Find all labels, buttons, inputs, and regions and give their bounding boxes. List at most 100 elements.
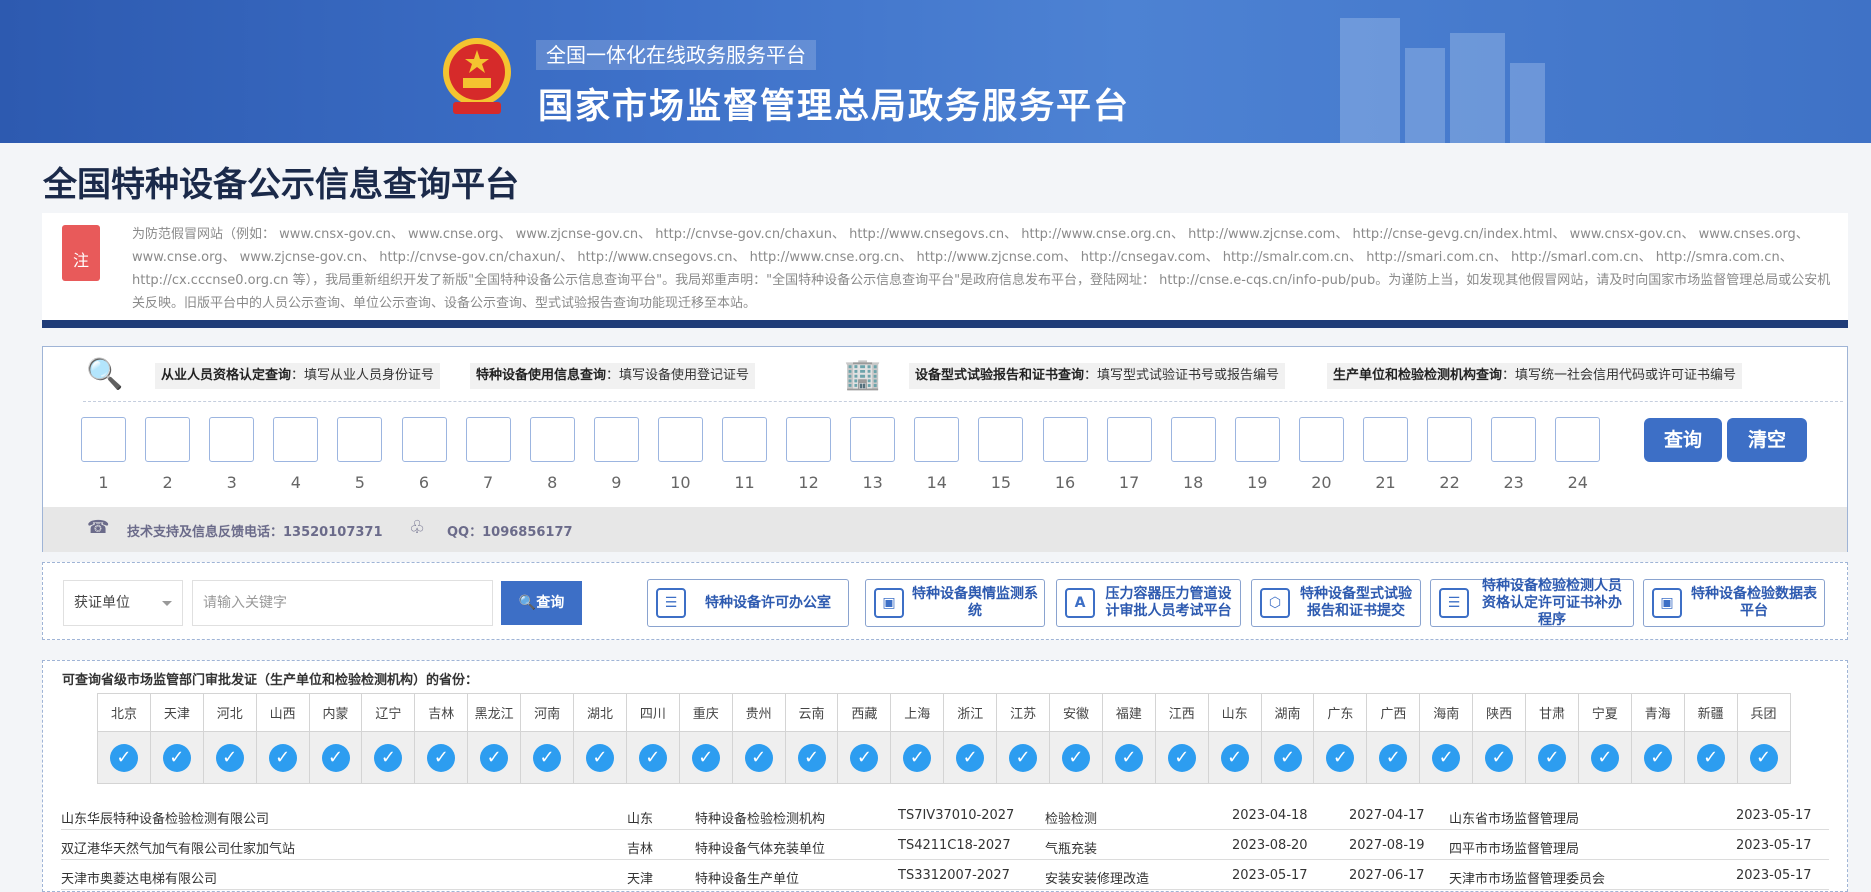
compass-icon: A bbox=[1065, 588, 1095, 618]
province-name: 山东 bbox=[1207, 693, 1262, 732]
list-icon: ☰ bbox=[656, 588, 686, 618]
check-circle-icon: ✓ bbox=[109, 743, 138, 772]
code-cell[interactable] bbox=[337, 417, 383, 462]
check-circle-icon: ✓ bbox=[1749, 743, 1778, 772]
support-phone: 技术支持及信息反馈电话：13520107371 bbox=[127, 525, 383, 540]
link-label: 压力容器压力管道设计审批人员考试平台 bbox=[1105, 586, 1232, 619]
province-name: 江西 bbox=[1154, 693, 1209, 732]
check-circle-icon: ✓ bbox=[744, 743, 773, 772]
code-cell[interactable] bbox=[657, 417, 703, 462]
province-check-cell: ✓ bbox=[1525, 731, 1579, 784]
code-cell-number: 8 bbox=[547, 473, 558, 492]
code-cell[interactable] bbox=[529, 417, 575, 462]
record-company-name[interactable]: 双辽港华天然气加气有限公司仕家加气站 bbox=[61, 838, 295, 857]
record-row[interactable]: 双辽港华天然气加气有限公司仕家加气站 吉林 特种设备气体充装单位 TS4211C18-… bbox=[61, 830, 1829, 860]
code-cell-number: 3 bbox=[226, 473, 237, 492]
code-cell[interactable] bbox=[593, 417, 639, 462]
tools-panel: 获证单位 请输入关键字 🔍查询 ☰ 特种设备许可办公室 ▣ 特种设备舆情监测系统 A… bbox=[42, 562, 1848, 640]
code-cell[interactable] bbox=[1106, 417, 1152, 462]
check-circle-icon: ✓ bbox=[480, 743, 509, 772]
code-cell[interactable] bbox=[81, 417, 126, 462]
code-cell[interactable] bbox=[401, 417, 447, 462]
province-name: 江苏 bbox=[996, 693, 1051, 732]
link-label: 特种设备检验检测人员资格认定许可证书补办程序 bbox=[1482, 577, 1622, 628]
phone-icon: ☎ bbox=[87, 517, 110, 538]
link-license-office[interactable]: ☰ 特种设备许可办公室 bbox=[647, 579, 849, 627]
qq-icon: ♧ bbox=[409, 517, 426, 538]
code-cell[interactable] bbox=[786, 417, 832, 462]
check-circle-icon: ✓ bbox=[321, 743, 350, 772]
record-scope: 气瓶充装 bbox=[1045, 842, 1098, 857]
code-cell[interactable] bbox=[145, 417, 191, 462]
code-cell[interactable] bbox=[722, 417, 767, 462]
code-cell[interactable] bbox=[1491, 417, 1537, 462]
code-cell[interactable] bbox=[273, 417, 319, 462]
link-public-opinion[interactable]: ▣ 特种设备舆情监测系统 bbox=[865, 579, 1045, 627]
code-cell[interactable] bbox=[1234, 417, 1280, 462]
hint-type-test: 设备型式试验报告和证书查询：填写型式试验证书号或报告编号 bbox=[909, 363, 1286, 389]
link-inspection-data[interactable]: ▣ 特种设备检验数据表平台 bbox=[1643, 579, 1825, 627]
record-row[interactable]: 天津市奥菱达电梯有限公司 天津 特种设备生产单位 TS3312007-2027 安装安装… bbox=[61, 860, 1829, 890]
clear-button[interactable]: 清空 bbox=[1727, 418, 1807, 462]
code-cell[interactable] bbox=[1363, 417, 1408, 462]
page-title: 全国特种设备公示信息查询平台 bbox=[43, 165, 519, 205]
check-circle-icon: ✓ bbox=[585, 743, 614, 772]
code-cell-number: 24 bbox=[1567, 473, 1588, 492]
code-cell[interactable] bbox=[465, 417, 511, 462]
query-button[interactable]: 查询 bbox=[1644, 418, 1722, 462]
code-cell[interactable] bbox=[1170, 417, 1216, 462]
record-publish-date: 2023-05-17 bbox=[1736, 808, 1812, 823]
code-cell[interactable] bbox=[209, 417, 255, 462]
record-scope: 安装安装修理改造 bbox=[1045, 872, 1150, 887]
hint-equipment: 特种设备使用信息查询：填写设备使用登记证号 bbox=[470, 363, 756, 389]
link-type-test-submit[interactable]: ⬡ 特种设备型式试验报告和证书提交 bbox=[1251, 579, 1421, 627]
code-cell-number: 17 bbox=[1118, 473, 1140, 492]
code-cell[interactable] bbox=[1298, 417, 1344, 462]
record-company-name[interactable]: 山东华辰特种设备检验检测有限公司 bbox=[61, 808, 269, 827]
certificate-type-select[interactable]: 获证单位 bbox=[63, 580, 183, 626]
province-name: 云南 bbox=[784, 693, 839, 732]
provinces-panel: 可查询省级市场监管部门审批发证（生产单位和检验检测机构）的省份： 北京 天津 河北山… bbox=[42, 660, 1848, 892]
province-name: 陕西 bbox=[1472, 693, 1527, 732]
code-cell[interactable] bbox=[978, 417, 1024, 462]
check-circle-icon: ✓ bbox=[427, 743, 456, 772]
divider bbox=[83, 401, 1843, 402]
hint-title: 设备型式试验报告和证书查询 bbox=[915, 368, 1085, 383]
national-emblem-icon bbox=[443, 38, 511, 114]
record-province: 天津 bbox=[627, 872, 654, 887]
province-name: 湖北 bbox=[573, 693, 627, 732]
building-decoration bbox=[1450, 33, 1505, 143]
keyword-search-button[interactable]: 🔍查询 bbox=[501, 581, 582, 625]
link-certificate-reissue[interactable]: ☰ 特种设备检验检测人员资格认定许可证书补办程序 bbox=[1430, 577, 1634, 628]
hint-title: 从业人员资格认定查询 bbox=[161, 368, 292, 383]
province-check-cell: ✓ bbox=[1577, 731, 1632, 784]
hint-desc: ：填写设备使用登记证号 bbox=[606, 368, 750, 383]
code-cell[interactable] bbox=[1042, 417, 1088, 462]
record-type: 特种设备气体充装单位 bbox=[695, 842, 826, 857]
record-province: 吉林 bbox=[627, 842, 654, 857]
province-name: 西藏 bbox=[837, 693, 892, 732]
check-circle-icon: ✓ bbox=[1696, 743, 1725, 772]
record-row[interactable]: 山东华辰特种设备检验检测有限公司 山东 特种设备检验检测机构 TS7IV37010-2… bbox=[61, 800, 1829, 830]
hint-desc: ：填写型式试验证书号或报告编号 bbox=[1084, 368, 1280, 383]
record-issue-date: 2023-05-17 bbox=[1232, 868, 1308, 883]
province-name: 北京 bbox=[97, 693, 151, 732]
province-name: 福建 bbox=[1101, 693, 1156, 732]
check-circle-icon: ✓ bbox=[1061, 743, 1090, 772]
record-company-name[interactable]: 天津市奥菱达电梯有限公司 bbox=[61, 868, 217, 887]
building-icon: 🏢 bbox=[844, 357, 882, 392]
province-check-cell: ✓ bbox=[149, 731, 204, 784]
code-cell-number: 1 bbox=[98, 473, 109, 492]
province-name: 贵州 bbox=[731, 693, 786, 732]
record-publish-date: 2023-05-17 bbox=[1736, 838, 1812, 853]
province-check-cell: ✓ bbox=[308, 731, 363, 784]
province-check-cell: ✓ bbox=[97, 731, 151, 784]
link-pressure-exam[interactable]: A 压力容器压力管道设计审批人员考试平台 bbox=[1056, 579, 1241, 627]
keyword-input[interactable]: 请输入关键字 bbox=[192, 580, 493, 626]
chevron-down-icon bbox=[162, 601, 172, 611]
code-cell[interactable] bbox=[850, 417, 896, 462]
code-cell[interactable] bbox=[1427, 417, 1473, 462]
code-cell[interactable] bbox=[1555, 417, 1601, 462]
code-cell[interactable] bbox=[914, 417, 960, 462]
building-decoration bbox=[1510, 63, 1545, 143]
